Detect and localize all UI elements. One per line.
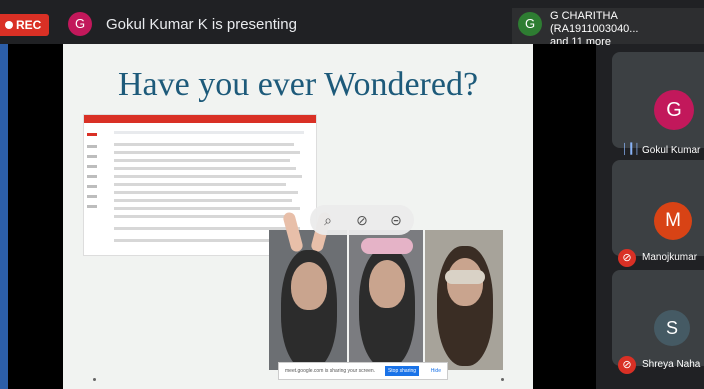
stop-sharing-button[interactable]: Stop sharing: [385, 366, 419, 376]
pinned-avatar: G: [518, 12, 542, 36]
hide-button[interactable]: Hide: [431, 363, 441, 379]
selfie-filter-image-curlers: [349, 230, 423, 370]
slide-dot-left: [93, 378, 96, 381]
participant-name-2: Manojkumar: [642, 252, 698, 263]
muted-mic-icon: ⊘: [618, 356, 636, 374]
pinned-name-line1: G CHARITHA (RA1911003040...: [550, 10, 639, 35]
pin-icon[interactable]: ⌕: [318, 210, 338, 230]
participant-name-3: Shreya Naha: [642, 359, 701, 370]
inbox-header: [84, 115, 316, 123]
screen-share-controls: ⌕ ⊘ ⊝: [310, 205, 414, 235]
slide: Have you ever Wondered? ⌕ ⊘ ⊝ meet.googl…: [63, 44, 533, 389]
recording-dot-icon: [5, 21, 13, 29]
participant-avatar-3: S: [654, 310, 690, 346]
presenter-avatar: G: [68, 12, 92, 36]
participant-name-1: Gokul Kumar: [642, 145, 701, 156]
selfie-filter-image-love: [425, 230, 503, 370]
slide-title: Have you ever Wondered?: [117, 66, 479, 103]
sharing-message: meet.google.com is sharing your screen.: [285, 368, 376, 374]
top-bar: REC G Gokul Kumar K is presenting G G CH…: [0, 0, 704, 48]
presenting-status: Gokul Kumar K is presenting: [106, 16, 297, 33]
remove-icon[interactable]: ⊝: [386, 210, 406, 230]
left-edge-strip: [0, 44, 8, 389]
muted-mic-icon: ⊘: [618, 249, 636, 267]
speaking-indicator-icon: │┃│: [622, 144, 641, 155]
participant-avatar-2: M: [654, 202, 692, 240]
recording-badge: REC: [0, 14, 50, 36]
mute-icon[interactable]: ⊘: [352, 210, 372, 230]
recording-label: REC: [16, 18, 42, 32]
selfie-filter-image-bunny: [269, 211, 347, 370]
participants-panel: G │┃│ Gokul Kumar M ⊘ Manojkumar S ⊘ Shr…: [612, 44, 704, 389]
participant-avatar-1: G: [654, 90, 694, 130]
slide-dot-right: [501, 378, 504, 381]
screen-sharing-bar: meet.google.com is sharing your screen. …: [278, 362, 448, 380]
